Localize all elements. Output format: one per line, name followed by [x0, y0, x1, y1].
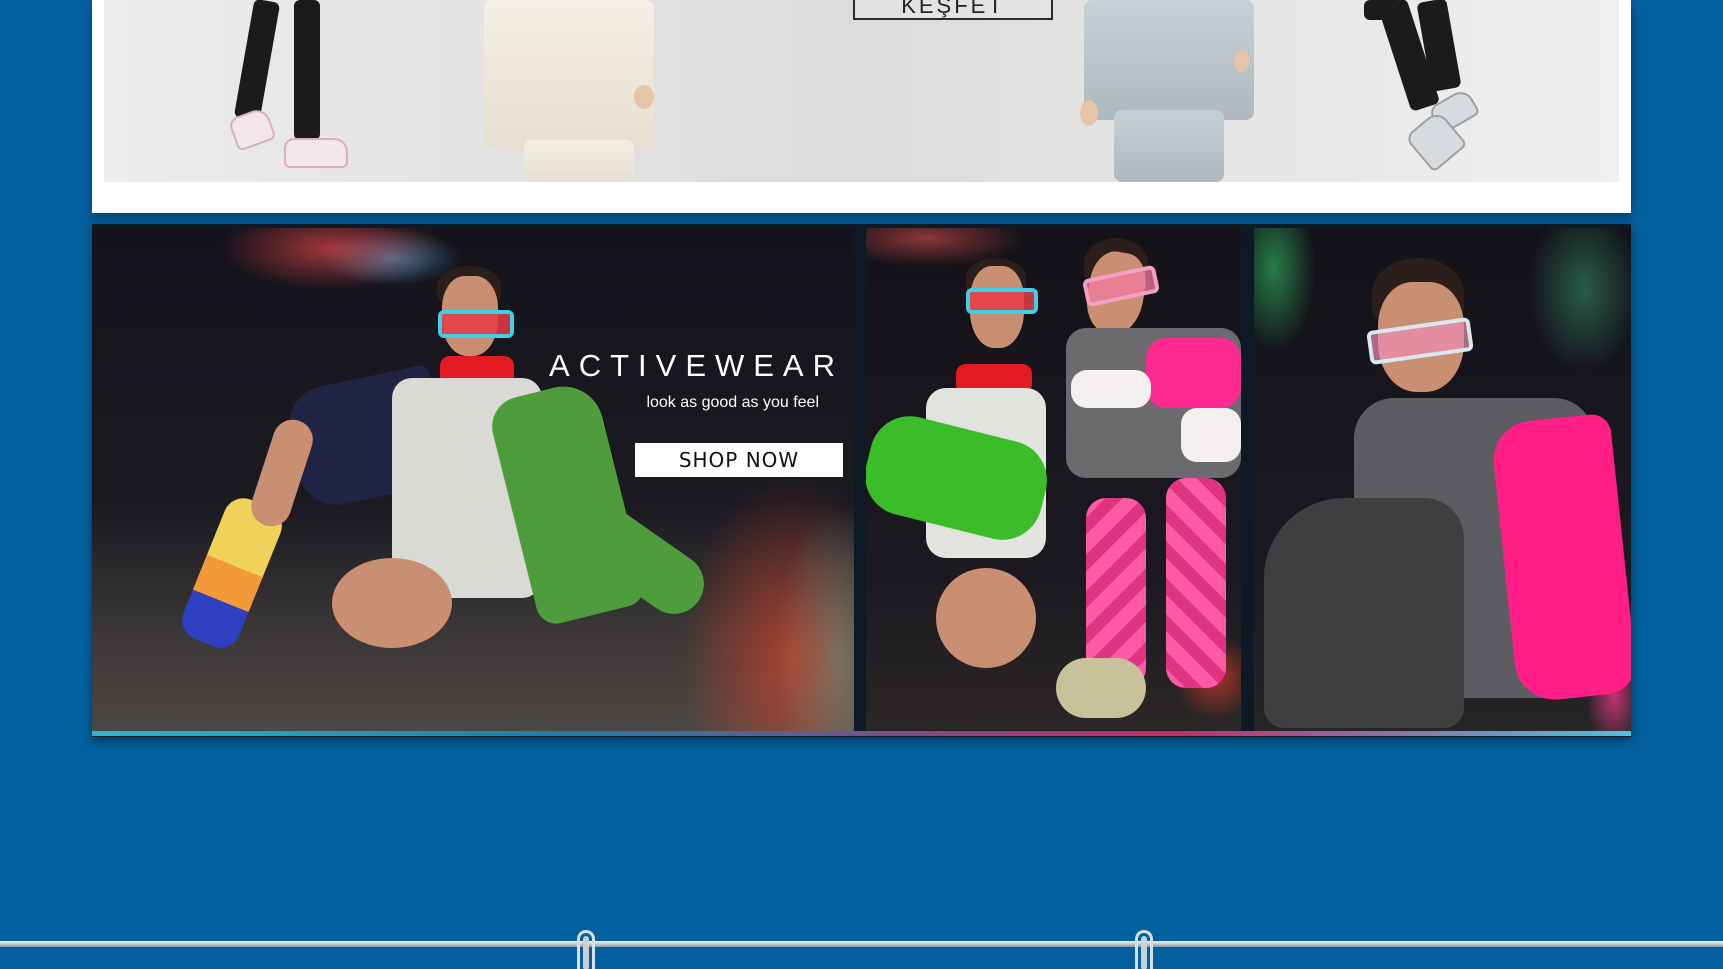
activewear-text-block: ACTIVEWEAR look as good as you feel — [524, 348, 844, 412]
model-figure-1 — [164, 0, 364, 182]
activewear-main-panel[interactable]: ACTIVEWEAR look as good as you feel SHOP… — [92, 228, 854, 731]
activewear-tagline: look as good as you feel — [646, 394, 819, 411]
activewear-duo-panel[interactable] — [866, 228, 1241, 731]
top-banner-photo[interactable] — [104, 0, 1619, 182]
clothes-rail — [0, 941, 1723, 947]
explore-button[interactable]: KEŞFET — [853, 0, 1053, 20]
hanger-hook-stem-icon — [583, 936, 589, 969]
top-banner-card[interactable]: KEŞFET — [92, 0, 1631, 213]
activewear-banner-accent-line — [92, 731, 1631, 736]
model-figure-4 — [1354, 0, 1514, 182]
activewear-title: ACTIVEWEAR — [549, 348, 844, 383]
page: KEŞFET ACTIVEWEAR look as good as you fe… — [0, 0, 1723, 969]
activewear-banner[interactable]: ACTIVEWEAR look as good as you feel SHOP… — [92, 224, 1631, 737]
model-figure-3 — [1080, 0, 1264, 182]
model-figure-2 — [484, 0, 664, 182]
activewear-solo-panel[interactable] — [1254, 228, 1631, 731]
hanger-hook-stem-icon — [1141, 936, 1147, 969]
shop-now-button[interactable]: SHOP NOW — [635, 443, 843, 477]
